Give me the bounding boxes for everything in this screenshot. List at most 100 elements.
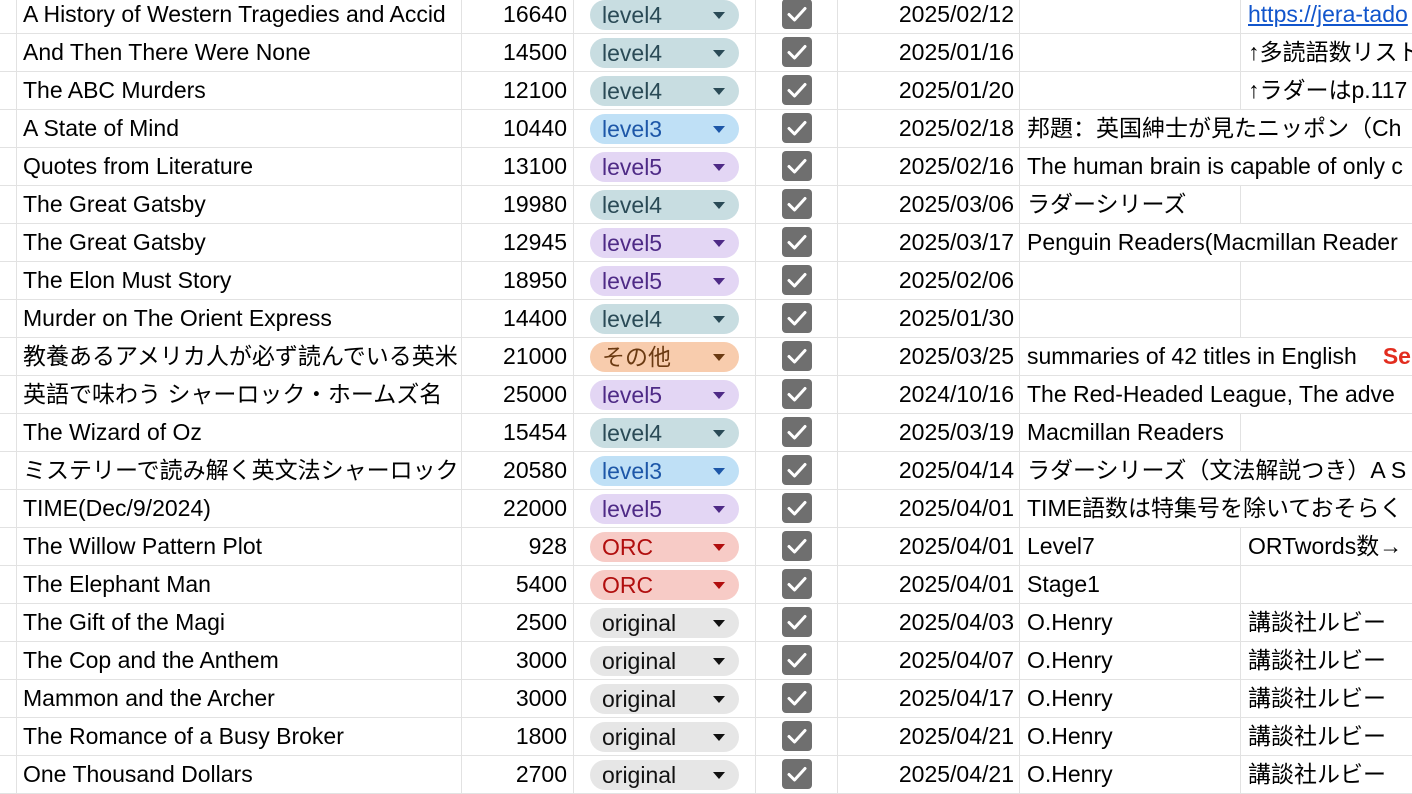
checkbox[interactable] bbox=[782, 189, 812, 219]
word-count-cell[interactable]: 3000 bbox=[462, 642, 574, 679]
reference-cell[interactable]: ↑多読語数リスト bbox=[1240, 34, 1412, 71]
note-cell[interactable]: Penguin Readers(Macmillan Reader bbox=[1020, 224, 1398, 261]
note-cell[interactable]: O.Henry bbox=[1020, 642, 1240, 679]
done-cell[interactable] bbox=[756, 186, 838, 223]
level-dropdown-chip[interactable]: level4 bbox=[590, 0, 739, 30]
note-cell[interactable]: O.Henry bbox=[1020, 680, 1240, 717]
level-dropdown-chip[interactable]: level5 bbox=[590, 152, 739, 182]
level-dropdown-chip[interactable]: level3 bbox=[590, 114, 739, 144]
row-gutter-cell[interactable] bbox=[0, 642, 17, 679]
checkbox[interactable] bbox=[782, 151, 812, 181]
checkbox[interactable] bbox=[782, 341, 812, 371]
level-cell[interactable]: original bbox=[574, 604, 756, 641]
word-count-cell[interactable]: 21000 bbox=[462, 338, 574, 375]
row-gutter-cell[interactable] bbox=[0, 680, 17, 717]
word-count-cell[interactable]: 14500 bbox=[462, 34, 574, 71]
date-cell[interactable]: 2025/01/16 bbox=[838, 34, 1020, 71]
level-cell[interactable]: level4 bbox=[574, 186, 756, 223]
level-cell[interactable]: level3 bbox=[574, 110, 756, 147]
title-cell[interactable]: Murder on The Orient Express bbox=[17, 300, 462, 337]
level-dropdown-chip[interactable]: level5 bbox=[590, 228, 739, 258]
note-cell[interactable]: ラダーシリーズ（文法解説つき）A S bbox=[1020, 452, 1406, 489]
level-cell[interactable]: level5 bbox=[574, 148, 756, 185]
row-gutter-cell[interactable] bbox=[0, 528, 17, 565]
row-gutter-cell[interactable] bbox=[0, 338, 17, 375]
reference-cell[interactable]: 講談社ルビー bbox=[1240, 604, 1412, 641]
date-cell[interactable]: 2025/03/17 bbox=[838, 224, 1020, 261]
done-cell[interactable] bbox=[756, 34, 838, 71]
note-cell[interactable]: 邦題：英国紳士が見たニッポン（Ch bbox=[1020, 110, 1401, 147]
level-dropdown-chip[interactable]: ORC bbox=[590, 570, 739, 600]
note-cell[interactable]: The Red-Headed League, The adve bbox=[1020, 376, 1395, 413]
level-dropdown-chip[interactable]: level5 bbox=[590, 380, 739, 410]
date-cell[interactable]: 2025/04/01 bbox=[838, 490, 1020, 527]
reference-cell[interactable]: 講談社ルビー bbox=[1240, 680, 1412, 717]
note-cell[interactable] bbox=[1020, 300, 1240, 337]
note-cell[interactable]: The human brain is capable of only c bbox=[1020, 148, 1403, 185]
date-cell[interactable]: 2025/04/21 bbox=[838, 718, 1020, 755]
note-cell[interactable]: Macmillan Readers bbox=[1020, 414, 1240, 451]
checkbox[interactable] bbox=[782, 683, 812, 713]
title-cell[interactable]: The Great Gatsby bbox=[17, 186, 462, 223]
note-cell[interactable] bbox=[1020, 0, 1240, 33]
done-cell[interactable] bbox=[756, 224, 838, 261]
level-cell[interactable]: level4 bbox=[574, 72, 756, 109]
date-cell[interactable]: 2025/01/30 bbox=[838, 300, 1020, 337]
level-cell[interactable]: level3 bbox=[574, 452, 756, 489]
done-cell[interactable] bbox=[756, 148, 838, 185]
title-cell[interactable]: A History of Western Tragedies and Accid bbox=[17, 0, 462, 33]
done-cell[interactable] bbox=[756, 414, 838, 451]
word-count-cell[interactable]: 18950 bbox=[462, 262, 574, 299]
checkbox[interactable] bbox=[782, 417, 812, 447]
checkbox[interactable] bbox=[782, 265, 812, 295]
level-cell[interactable]: その他 bbox=[574, 338, 756, 375]
word-count-cell[interactable]: 14400 bbox=[462, 300, 574, 337]
reference-cell[interactable]: 講談社ルビー bbox=[1240, 718, 1412, 755]
reference-cell[interactable]: ORTwords数→ bbox=[1240, 528, 1412, 565]
title-cell[interactable]: A State of Mind bbox=[17, 110, 462, 147]
word-count-cell[interactable]: 10440 bbox=[462, 110, 574, 147]
done-cell[interactable] bbox=[756, 604, 838, 641]
level-cell[interactable]: level4 bbox=[574, 300, 756, 337]
done-cell[interactable] bbox=[756, 338, 838, 375]
checkbox[interactable] bbox=[782, 721, 812, 751]
row-gutter-cell[interactable] bbox=[0, 604, 17, 641]
done-cell[interactable] bbox=[756, 490, 838, 527]
word-count-cell[interactable]: 19980 bbox=[462, 186, 574, 223]
date-cell[interactable]: 2025/04/07 bbox=[838, 642, 1020, 679]
level-cell[interactable]: level4 bbox=[574, 34, 756, 71]
title-cell[interactable]: TIME(Dec/9/2024) bbox=[17, 490, 462, 527]
title-cell[interactable]: The Wizard of Oz bbox=[17, 414, 462, 451]
date-cell[interactable]: 2025/02/06 bbox=[838, 262, 1020, 299]
word-count-cell[interactable]: 3000 bbox=[462, 680, 574, 717]
checkbox[interactable] bbox=[782, 0, 812, 29]
reference-cell[interactable]: 講談社ルビー bbox=[1240, 642, 1412, 679]
title-cell[interactable]: The Romance of a Busy Broker bbox=[17, 718, 462, 755]
word-count-cell[interactable]: 15454 bbox=[462, 414, 574, 451]
word-count-cell[interactable]: 1800 bbox=[462, 718, 574, 755]
level-dropdown-chip[interactable]: level3 bbox=[590, 456, 739, 486]
title-cell[interactable]: 教養あるアメリカ人が必ず読んでいる英米 bbox=[17, 338, 462, 375]
level-cell[interactable]: level4 bbox=[574, 414, 756, 451]
date-cell[interactable]: 2025/04/01 bbox=[838, 566, 1020, 603]
row-gutter-cell[interactable] bbox=[0, 300, 17, 337]
level-cell[interactable]: original bbox=[574, 756, 756, 793]
done-cell[interactable] bbox=[756, 718, 838, 755]
title-cell[interactable]: The Willow Pattern Plot bbox=[17, 528, 462, 565]
checkbox[interactable] bbox=[782, 455, 812, 485]
done-cell[interactable] bbox=[756, 0, 838, 33]
level-dropdown-chip[interactable]: level4 bbox=[590, 38, 739, 68]
level-dropdown-chip[interactable]: original bbox=[590, 608, 739, 638]
level-cell[interactable]: ORC bbox=[574, 566, 756, 603]
word-count-cell[interactable]: 20580 bbox=[462, 452, 574, 489]
checkbox[interactable] bbox=[782, 75, 812, 105]
row-gutter-cell[interactable] bbox=[0, 224, 17, 261]
level-dropdown-chip[interactable]: level5 bbox=[590, 494, 739, 524]
level-cell[interactable]: level5 bbox=[574, 490, 756, 527]
row-gutter-cell[interactable] bbox=[0, 718, 17, 755]
level-cell[interactable]: ORC bbox=[574, 528, 756, 565]
note-cell[interactable]: Level7 bbox=[1020, 528, 1240, 565]
reference-cell[interactable] bbox=[1240, 414, 1412, 451]
title-cell[interactable]: The ABC Murders bbox=[17, 72, 462, 109]
note-cell[interactable] bbox=[1020, 72, 1240, 109]
